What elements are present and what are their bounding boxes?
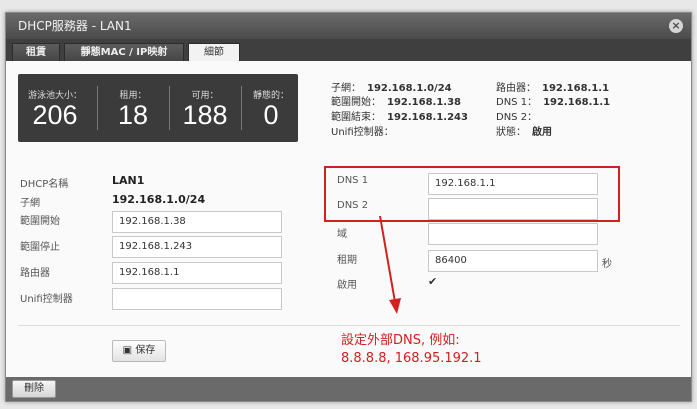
lease-time-label: 租期 (337, 255, 357, 266)
save-button-label: 保存 (135, 345, 156, 356)
summary-label: 子網： (331, 83, 361, 94)
summary-label: Unifi控制器： (331, 127, 394, 138)
summary-label: 路由器： (496, 83, 536, 94)
summary-label: DNS 1： (496, 97, 538, 108)
router-label: 路由器 (20, 268, 50, 279)
save-button[interactable]: ▣ 保存 (112, 340, 166, 362)
summary-range-end: 範圍結束： 192.168.1.243 (331, 108, 468, 123)
subnet-label: 子網 (20, 198, 40, 209)
range-start-label: 範圍開始 (20, 216, 60, 227)
tab-bar: 租賃 靜態MAC / IP映射 細節 (6, 39, 691, 61)
stat-divider (241, 86, 242, 130)
summary-unifi: Unifi控制器： (331, 123, 400, 138)
range-stop-input[interactable]: 192.168.1.243 (112, 236, 282, 258)
summary-dns2: DNS 2： (496, 108, 543, 123)
stat-value: 18 (117, 100, 149, 130)
stat-value: 206 (32, 100, 78, 130)
router-input[interactable]: 192.168.1.1 (112, 262, 282, 284)
enable-checkbox[interactable]: ✔ (428, 275, 437, 288)
annotation-text-line1: 設定外部DNS, 例如: (341, 333, 460, 348)
enable-label: 啟用 (337, 280, 357, 291)
stat-leased: 租用： 18 (103, 74, 163, 142)
domain-input[interactable] (428, 223, 598, 245)
tab-static-mapping[interactable]: 靜態MAC / IP映射 (64, 43, 184, 61)
stat-value: 188 (182, 100, 228, 130)
summary-dns1: DNS 1： 192.168.1.1 (496, 93, 610, 108)
floppy-icon: ▣ (122, 345, 133, 356)
range-start-input[interactable]: 192.168.1.38 (112, 211, 282, 233)
dhcp-name-value: LAN1 (112, 174, 145, 187)
lease-unit: 秒 (602, 259, 612, 270)
annotation-arrow-icon (379, 215, 401, 314)
close-icon[interactable]: × (669, 19, 683, 33)
summary-value: 192.168.1.38 (387, 97, 462, 108)
summary-value: 192.168.1.243 (387, 112, 468, 123)
annotation-text-line2: 8.8.8.8, 168.95.192.1 (341, 351, 482, 366)
unifi-controller-input[interactable] (112, 288, 282, 310)
summary-label: DNS 2： (496, 112, 538, 123)
stat-available: 可用： 188 (173, 74, 237, 142)
summary-label: 狀態： (496, 127, 526, 138)
summary-value: 192.168.1.1 (543, 97, 611, 108)
subnet-value: 192.168.1.0/24 (112, 193, 206, 206)
tab-leases[interactable]: 租賃 (12, 43, 60, 61)
pool-stats-panel: 游泳池大小： 206 租用： 18 可用： 188 靜態的： 0 (18, 74, 298, 142)
stat-static: 靜態的： 0 (244, 74, 298, 142)
summary-status: 狀態： 啟用 (496, 123, 552, 138)
window-title: DHCP服務器 - LAN1 (18, 19, 132, 33)
summary-value: 啟用 (532, 127, 552, 138)
summary-label: 範圍結束： (331, 112, 381, 123)
form-divider (18, 325, 680, 326)
summary-label: 範圍開始： (331, 97, 381, 108)
dhcp-name-label: DHCP名稱 (20, 179, 69, 190)
summary-range-start: 範圍開始： 192.168.1.38 (331, 93, 461, 108)
tab-details[interactable]: 細節 (188, 43, 240, 61)
domain-label: 域 (337, 229, 347, 240)
unifi-controller-label: Unifi控制器 (20, 294, 73, 305)
bottom-toolbar: 刪除 (6, 377, 691, 401)
annotation-highlight-box (324, 166, 620, 222)
stat-value: 0 (263, 100, 279, 130)
stat-pool-size: 游泳池大小： 206 (18, 74, 92, 142)
summary-router: 路由器： 192.168.1.1 (496, 79, 609, 94)
window-titlebar: DHCP服務器 - LAN1 × (6, 13, 691, 39)
stat-divider (97, 86, 98, 130)
summary-subnet: 子網： 192.168.1.0/24 (331, 79, 452, 94)
range-stop-label: 範圍停止 (20, 242, 60, 253)
stat-divider (169, 86, 170, 130)
delete-button[interactable]: 刪除 (12, 380, 56, 398)
lease-time-input[interactable]: 86400 (428, 250, 598, 272)
